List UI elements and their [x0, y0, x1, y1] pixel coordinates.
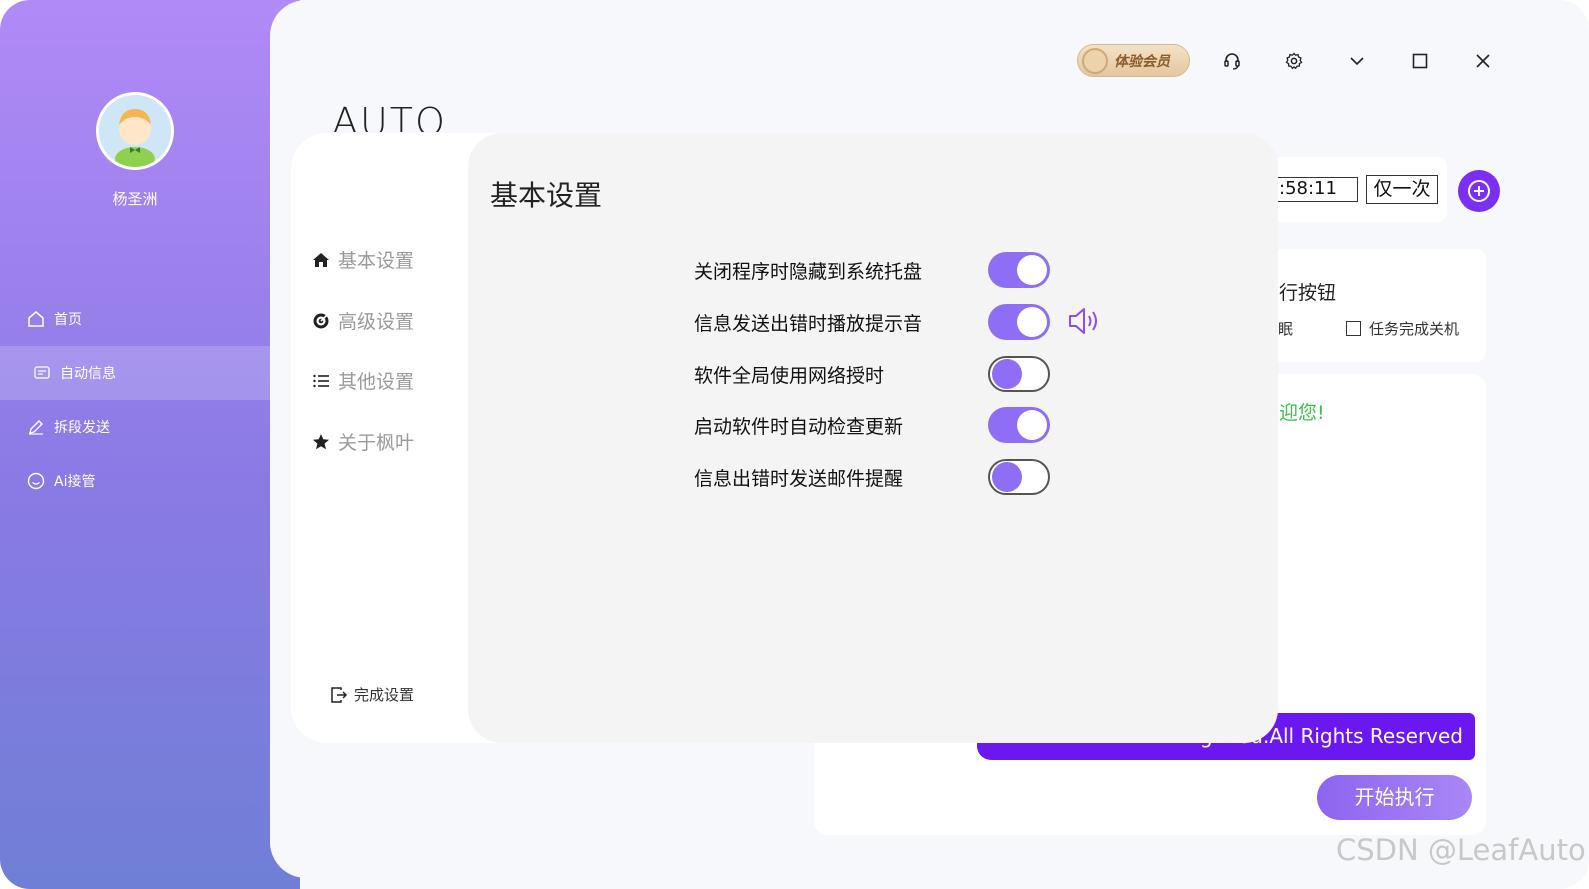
nav-item-split-send[interactable]: 拆段发送	[0, 400, 272, 454]
vip-label: 体验会员	[1114, 53, 1170, 70]
execution-title: 行按钮	[1279, 282, 1337, 304]
toggle-switch[interactable]	[988, 459, 1050, 495]
start-button[interactable]: 开始执行	[1317, 775, 1472, 820]
list-icon	[312, 372, 330, 390]
user-name: 杨圣洲	[112, 190, 158, 208]
logout-icon	[330, 686, 348, 704]
vip-button[interactable]: 体验会员	[1077, 44, 1190, 77]
add-task-button[interactable]	[1458, 170, 1500, 212]
brand-title: AUTO	[332, 100, 447, 132]
maximize-icon[interactable]	[1408, 49, 1432, 73]
setting-row-tray: 关闭程序时隐藏到系统托盘	[694, 250, 1054, 290]
time-input[interactable]: :58:11	[1276, 177, 1358, 202]
settings-menu-label: 其他设置	[338, 371, 415, 393]
home-icon	[312, 251, 330, 269]
setting-label: 关闭程序时隐藏到系统托盘	[694, 260, 923, 283]
nav-label: 首页	[54, 312, 82, 328]
nav-item-ai-takeover[interactable]: Ai接管	[0, 454, 272, 508]
sleep-option-label: 眠	[1278, 320, 1294, 338]
speaker-icon[interactable]	[1067, 305, 1101, 337]
nav-item-auto-message[interactable]: 自动信息	[0, 346, 272, 400]
app-window: 杨圣洲 首页 自动信息 拆段发送 Ai接管 体验会员 AUTO:58:11 仅…	[0, 0, 1589, 889]
finish-settings-button[interactable]: 完成设置	[330, 684, 414, 705]
setting-label: 软件全局使用网络授时	[694, 364, 885, 387]
message-icon	[32, 363, 52, 383]
nav-label: 自动信息	[60, 366, 116, 382]
toggle-switch[interactable]	[988, 356, 1050, 392]
star-icon	[312, 433, 330, 451]
settings-menu-label: 高级设置	[338, 311, 415, 333]
setting-label: 启动软件时自动检查更新	[694, 415, 904, 438]
toggle-switch[interactable]	[988, 407, 1050, 443]
vip-badge-icon	[1082, 47, 1108, 74]
nav-label: Ai接管	[54, 474, 96, 490]
setting-row-auto-update: 启动软件时自动检查更新	[694, 405, 1054, 445]
settings-menu-advanced[interactable]: 高级设置	[312, 307, 414, 334]
toggle-switch[interactable]	[988, 304, 1050, 340]
checkbox-icon[interactable]	[1346, 321, 1361, 336]
execution-card	[1272, 249, 1486, 362]
shutdown-label: 任务完成关机	[1369, 320, 1460, 338]
sidebar: 杨圣洲 首页 自动信息 拆段发送 Ai接管	[0, 0, 300, 889]
settings-menu-basic[interactable]: 基本设置	[312, 246, 414, 273]
nav-item-home[interactable]: 首页	[0, 292, 272, 346]
setting-row-email-alert: 信息出错时发送邮件提醒	[694, 457, 1054, 497]
watermark: CSDN @LeafAuto	[1336, 833, 1586, 867]
smile-icon	[26, 471, 46, 491]
setting-label: 信息出错时发送邮件提醒	[694, 467, 904, 490]
settings-menu-about[interactable]: 关于枫叶	[312, 428, 414, 455]
avatar[interactable]	[96, 92, 174, 170]
welcome-text: 迎您!	[1279, 402, 1325, 424]
settings-title: 基本设置	[490, 179, 603, 212]
settings-menu-other[interactable]: 其他设置	[312, 367, 414, 394]
chevron-down-icon[interactable]	[1345, 49, 1369, 73]
setting-row-error-sound: 信息发送出错时播放提示音	[694, 302, 1054, 342]
settings-menu-label: 关于枫叶	[338, 432, 415, 454]
home-icon	[26, 309, 46, 329]
plus-circle-icon	[1468, 180, 1490, 202]
toggle-switch[interactable]	[988, 252, 1050, 288]
setting-label: 信息发送出错时播放提示音	[694, 312, 923, 335]
settings-menu-label: 基本设置	[338, 250, 415, 272]
close-icon[interactable]	[1471, 49, 1495, 73]
nav-label: 拆段发送	[54, 420, 110, 436]
target-icon	[312, 312, 330, 330]
setting-row-network-time: 软件全局使用网络授时	[694, 354, 1054, 394]
finish-label: 完成设置	[354, 686, 415, 704]
edit-icon	[26, 417, 46, 437]
headset-icon[interactable]	[1220, 49, 1244, 73]
repeat-select[interactable]: 仅一次	[1366, 175, 1438, 204]
shutdown-checkbox[interactable]: 任务完成关机	[1346, 318, 1459, 339]
gear-icon[interactable]	[1282, 49, 1306, 73]
